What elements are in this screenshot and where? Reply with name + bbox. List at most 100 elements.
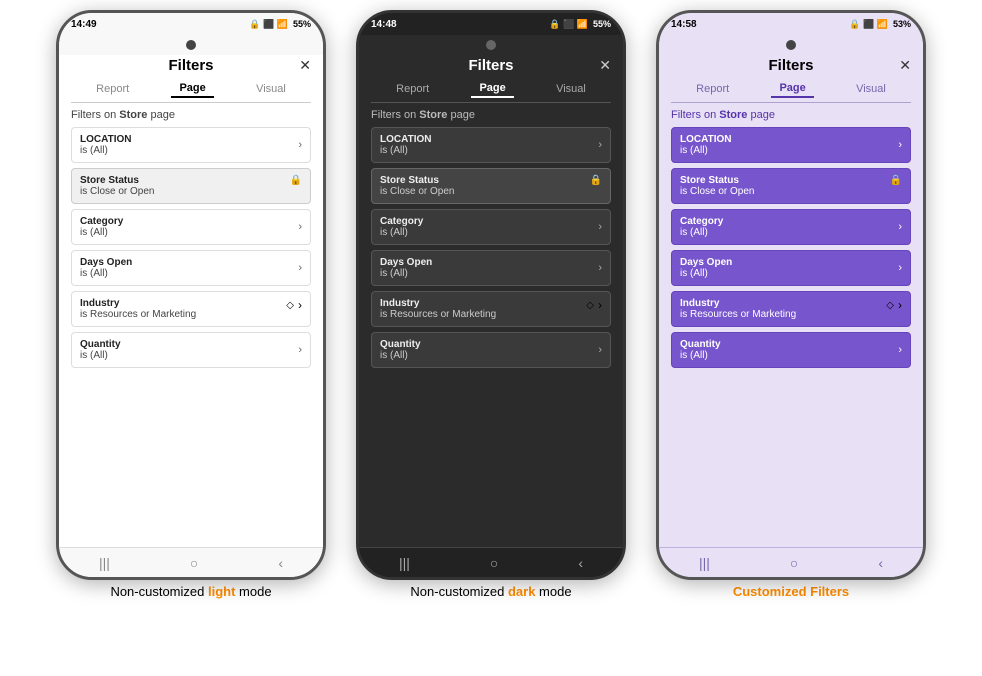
panel-header: Filters ✕ <box>371 55 611 74</box>
filter-card-1[interactable]: Store Statusis Close or Open🔒 <box>71 168 311 204</box>
filter-chevron-icon: › <box>898 262 902 274</box>
filter-card-value: is Resources or Marketing <box>80 309 302 320</box>
filter-clear-icon[interactable]: ◇ <box>586 300 594 311</box>
filter-card-name: LOCATION <box>680 134 902 145</box>
filter-card-name: Days Open <box>80 257 302 268</box>
filter-lock-icon: 🔒 <box>290 175 302 186</box>
nav-home-icon[interactable]: ○ <box>790 555 798 571</box>
filter-card-name: Industry <box>380 298 602 309</box>
panel-header: Filters ✕ <box>671 55 911 74</box>
filter-card-5[interactable]: Quantityis (All)› <box>71 332 311 368</box>
filter-card-value: is (All) <box>380 350 602 361</box>
filter-card-5[interactable]: Quantityis (All)› <box>371 332 611 368</box>
camera-area <box>659 35 923 55</box>
nav-menu-icon[interactable]: ||| <box>99 555 110 571</box>
labels-row: Non-customized light modeNon-customized … <box>20 584 962 599</box>
filter-card-2[interactable]: Categoryis (All)› <box>71 209 311 245</box>
tabs-bar: Report Page Visual <box>71 80 311 103</box>
filter-card-0[interactable]: LOCATIONis (All)› <box>71 127 311 163</box>
status-icons: 🔒 ⬛ 📶 55% <box>249 19 311 30</box>
filter-card-3[interactable]: Days Openis (All)› <box>71 250 311 286</box>
filter-card-value: is (All) <box>380 145 602 156</box>
filter-card-2[interactable]: Categoryis (All)› <box>371 209 611 245</box>
camera-dot <box>486 40 496 50</box>
filter-card-1[interactable]: Store Statusis Close or Open🔒 <box>371 168 611 204</box>
nav-home-icon[interactable]: ○ <box>490 555 498 571</box>
status-icons: 🔒 ⬛ 📶 55% <box>549 19 611 30</box>
panel-title: Filters <box>468 57 513 74</box>
filter-card-3[interactable]: Days Openis (All)› <box>671 250 911 286</box>
nav-bar: ||| ○ ‹ <box>659 547 923 577</box>
filter-card-2[interactable]: Categoryis (All)› <box>671 209 911 245</box>
nav-menu-icon[interactable]: ||| <box>399 555 410 571</box>
tab-report[interactable]: Report <box>688 81 737 97</box>
nav-menu-icon[interactable]: ||| <box>699 555 710 571</box>
camera-area <box>59 35 323 55</box>
tab-report[interactable]: Report <box>388 81 437 97</box>
close-button[interactable]: ✕ <box>299 57 311 74</box>
tabs-bar: Report Page Visual <box>371 80 611 103</box>
phones-row: 14:49 🔒 ⬛ 📶 55% Filters ✕ Report Page Visu… <box>20 10 962 580</box>
phone-label-2: Customized Filters <box>656 584 926 599</box>
filter-clear-icon[interactable]: ◇ <box>886 300 894 311</box>
filter-card-value: is (All) <box>680 268 902 279</box>
nav-bar: ||| ○ ‹ <box>359 547 623 577</box>
filter-card-name: Category <box>380 216 602 227</box>
filter-card-value: is Resources or Marketing <box>380 309 602 320</box>
phone-purple: 14:58 🔒 ⬛ 📶 53% Filters ✕ ReportPageVisu… <box>656 10 926 580</box>
filter-clear-icon[interactable]: ◇ <box>286 300 294 311</box>
filter-card-name: Industry <box>80 298 302 309</box>
panel-purple: Filters ✕ ReportPageVisualFilters on Sto… <box>659 55 923 547</box>
tab-page[interactable]: Page <box>471 80 513 98</box>
nav-back-icon[interactable]: ‹ <box>878 555 883 571</box>
filter-card-name: Category <box>680 216 902 227</box>
filter-expand-icon[interactable]: › <box>898 298 902 312</box>
tab-visual[interactable]: Visual <box>248 81 294 97</box>
status-bar-light: 14:49 🔒 ⬛ 📶 55% <box>59 13 323 35</box>
filter-expand-icon[interactable]: › <box>598 298 602 312</box>
filter-chevron-icon: › <box>598 344 602 356</box>
close-button[interactable]: ✕ <box>899 57 911 74</box>
filter-card-name: Quantity <box>80 339 302 350</box>
tab-visual[interactable]: Visual <box>848 81 894 97</box>
filter-card-name: Days Open <box>680 257 902 268</box>
filter-card-value: is (All) <box>80 145 302 156</box>
tab-report[interactable]: Report <box>88 81 137 97</box>
filter-card-5[interactable]: Quantityis (All)› <box>671 332 911 368</box>
tab-page[interactable]: Page <box>171 80 213 98</box>
panel-light: Filters ✕ ReportPageVisualFilters on Sto… <box>59 55 323 547</box>
filter-chevron-icon: › <box>598 139 602 151</box>
nav-home-icon[interactable]: ○ <box>190 555 198 571</box>
filter-card-value: is (All) <box>380 227 602 238</box>
filter-lock-icon: 🔒 <box>590 175 602 186</box>
filter-expand-icon[interactable]: › <box>298 298 302 312</box>
filter-chevron-icon: › <box>898 344 902 356</box>
phone-dark-container: 14:48 🔒 ⬛ 📶 55% Filters ✕ ReportPageVisu… <box>356 10 626 580</box>
filter-card-4[interactable]: Industryis Resources or Marketing◇ › <box>71 291 311 327</box>
tab-page[interactable]: Page <box>771 80 813 98</box>
filter-chevron-icon: › <box>898 221 902 233</box>
filter-card-1[interactable]: Store Statusis Close or Open🔒 <box>671 168 911 204</box>
filter-card-name: Store Status <box>380 175 602 186</box>
filter-card-name: Quantity <box>680 339 902 350</box>
filter-card-value: is (All) <box>80 227 302 238</box>
filter-chevron-icon: › <box>298 262 302 274</box>
filter-card-4[interactable]: Industryis Resources or Marketing◇ › <box>371 291 611 327</box>
filter-icons: ◇› <box>886 298 902 312</box>
filter-card-0[interactable]: LOCATIONis (All)› <box>671 127 911 163</box>
panel-title: Filters <box>768 57 813 74</box>
filter-card-name: Industry <box>680 298 902 309</box>
tab-visual[interactable]: Visual <box>548 81 594 97</box>
nav-back-icon[interactable]: ‹ <box>278 555 283 571</box>
filter-card-3[interactable]: Days Openis (All)› <box>371 250 611 286</box>
filter-card-4[interactable]: Industryis Resources or Marketing◇› <box>671 291 911 327</box>
filter-card-value: is (All) <box>680 145 902 156</box>
close-button[interactable]: ✕ <box>599 57 611 74</box>
filter-card-0[interactable]: LOCATIONis (All)› <box>371 127 611 163</box>
nav-back-icon[interactable]: ‹ <box>578 555 583 571</box>
filter-card-value: is (All) <box>380 268 602 279</box>
panel-dark: Filters ✕ ReportPageVisualFilters on Sto… <box>359 55 623 547</box>
phone-dark: 14:48 🔒 ⬛ 📶 55% Filters ✕ ReportPageVisu… <box>356 10 626 580</box>
nav-bar: ||| ○ ‹ <box>59 547 323 577</box>
panel-title: Filters <box>168 57 213 74</box>
